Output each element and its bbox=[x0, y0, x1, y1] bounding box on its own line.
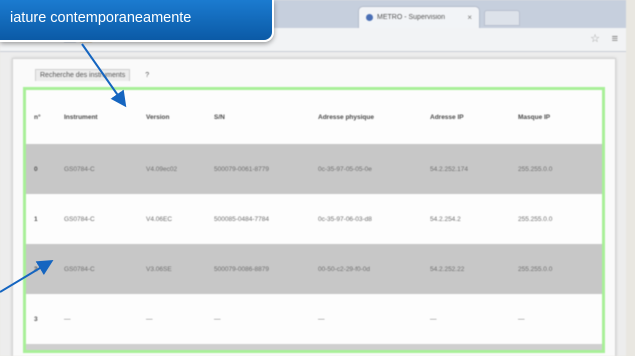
hamburger-menu-icon[interactable]: ≡ bbox=[612, 33, 618, 45]
callout-text: iature contemporaneamente bbox=[10, 10, 192, 26]
cell-mac: 0c-35-97-06-03-d8 bbox=[318, 215, 372, 223]
supervision-panel: Recherche des instruments ? n° Instrumen… bbox=[12, 58, 616, 356]
cell-mask: — bbox=[518, 315, 525, 323]
cell-mac: 0c-35-97-05-05-0e bbox=[310, 144, 422, 194]
new-tab-button[interactable] bbox=[484, 10, 520, 26]
cell-serial: 500079-0086-8879 bbox=[206, 244, 310, 294]
cell-ip: 54.2.254.2 bbox=[430, 215, 461, 223]
cell-mask: 255.255.0.0 bbox=[518, 215, 553, 223]
browser-tab[interactable]: METRO - Supervision × bbox=[358, 6, 480, 28]
table-row[interactable]: 1 GS0784-C V4.06EC 500085-0484-7784 0c-3… bbox=[26, 194, 602, 244]
cell-mac: 00-50-c2-29-f0-0d bbox=[310, 244, 422, 294]
cell-ip: 54.2.252.22 bbox=[422, 244, 510, 294]
column-header-version: Version bbox=[146, 113, 170, 121]
star-icon[interactable]: ☆ bbox=[590, 32, 600, 45]
tab-help[interactable]: ? bbox=[140, 69, 154, 81]
column-header-mask: Masque IP bbox=[518, 113, 551, 121]
row-number: 3 bbox=[34, 315, 38, 323]
cell-mask: 255.255.0.0 bbox=[510, 144, 602, 194]
table-row[interactable]: 3 — — — — — — bbox=[26, 294, 602, 344]
cell-instrument: GS0784-C bbox=[56, 244, 138, 294]
table-row[interactable]: 0 GS0784-C V4.09ec02 500079-0061-8779 0c… bbox=[26, 144, 602, 194]
table-row[interactable]: 2 GS0784-C V3.06SE 500079-0086-8879 00-5… bbox=[26, 244, 602, 294]
browser-window: METRO - Supervision × ☆ ≡ Recherche des … bbox=[0, 0, 626, 356]
column-header-serial: S/N bbox=[214, 113, 225, 121]
table-header-row: n° Instrument Version S/N Adresse physiq… bbox=[26, 90, 602, 144]
cell-serial: 500085-0484-7784 bbox=[214, 215, 269, 223]
tab-instrument-search[interactable]: Recherche des instruments bbox=[35, 69, 131, 81]
row-number: 1 bbox=[34, 215, 38, 223]
cell-ip: 54.2.252.174 bbox=[422, 144, 510, 194]
tab-close-icon[interactable]: × bbox=[467, 13, 472, 22]
cell-version: V4.09ec02 bbox=[138, 144, 206, 194]
column-header-number: n° bbox=[34, 113, 41, 121]
row-number: 0 bbox=[26, 144, 56, 194]
cell-mac: — bbox=[318, 315, 325, 323]
instrument-table-frame: n° Instrument Version S/N Adresse physiq… bbox=[23, 87, 605, 353]
cell-version: V4.06EC bbox=[146, 215, 173, 223]
row-number: 2 bbox=[26, 244, 56, 294]
cell-serial: 500079-0061-8779 bbox=[206, 144, 310, 194]
page-content: Recherche des instruments ? n° Instrumen… bbox=[0, 52, 626, 356]
cell-version: — bbox=[146, 315, 153, 323]
cell-ip: — bbox=[430, 315, 437, 323]
footer-cell bbox=[26, 344, 602, 350]
cell-mask: 255.255.0.0 bbox=[510, 244, 602, 294]
column-header-mac: Adresse physique bbox=[318, 113, 374, 121]
column-header-instrument: Instrument bbox=[64, 113, 98, 121]
table-footer-row bbox=[26, 344, 602, 350]
cell-version: V3.06SE bbox=[138, 244, 206, 294]
callout-banner: iature contemporaneamente bbox=[0, 0, 274, 42]
column-header-ip: Adresse IP bbox=[430, 113, 464, 121]
panel-tabs: Recherche des instruments ? bbox=[35, 69, 154, 81]
cell-serial: — bbox=[214, 315, 221, 323]
cell-instrument: — bbox=[64, 315, 71, 323]
favicon-icon bbox=[366, 14, 373, 21]
cell-instrument: GS0784-C bbox=[64, 215, 95, 223]
tab-title: METRO - Supervision bbox=[377, 14, 446, 21]
instrument-table: n° Instrument Version S/N Adresse physiq… bbox=[26, 90, 602, 350]
cell-instrument: GS0784-C bbox=[56, 144, 138, 194]
